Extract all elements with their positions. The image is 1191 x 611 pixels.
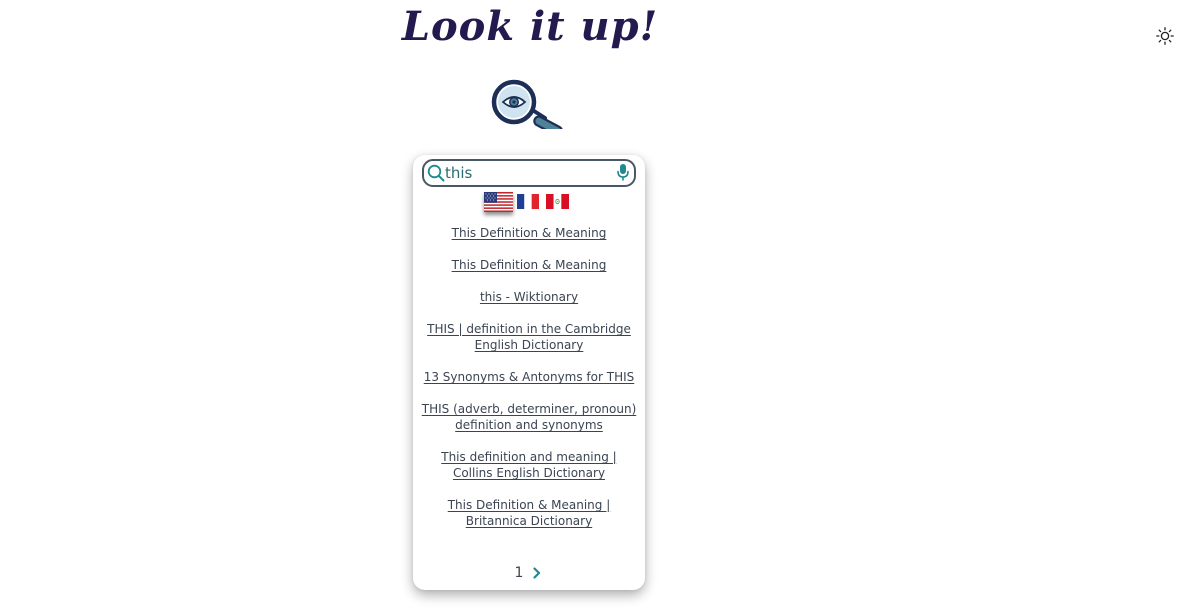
magnifying-glass-eye-icon xyxy=(491,79,564,137)
microphone-icon[interactable] xyxy=(616,163,630,182)
search-bar xyxy=(422,159,636,187)
list-item: THIS (adverb, determiner, pronoun) defin… xyxy=(413,401,645,433)
page-number: 1 xyxy=(514,565,524,581)
next-page-button[interactable] xyxy=(531,566,543,580)
result-link[interactable]: THIS (adverb, determiner, pronoun) defin… xyxy=(422,402,637,432)
chevron-right-icon xyxy=(533,567,541,579)
results-list: This Definition & Meaning This Definitio… xyxy=(413,225,645,545)
list-item: This definition and meaning | Collins En… xyxy=(413,449,645,481)
peru-flag-icon[interactable] xyxy=(546,194,569,209)
result-link[interactable]: THIS | definition in the Cambridge Engli… xyxy=(427,322,631,352)
france-flag-icon[interactable] xyxy=(517,194,539,209)
language-selector xyxy=(484,192,574,216)
result-link[interactable]: This Definition & Meaning xyxy=(452,258,607,272)
list-item: This Definition & Meaning xyxy=(413,225,645,241)
list-item: THIS | definition in the Cambridge Engli… xyxy=(413,321,645,353)
page-title: Look it up! xyxy=(401,3,659,50)
list-item: 13 Synonyms & Antonyms for THIS xyxy=(413,369,645,385)
result-link[interactable]: This definition and meaning | Collins En… xyxy=(441,450,616,480)
pagination: 1 xyxy=(413,563,645,583)
result-link[interactable]: This Definition & Meaning xyxy=(452,226,607,240)
list-item: This Definition & Meaning | Britannica D… xyxy=(413,497,645,529)
result-link[interactable]: this - Wiktionary xyxy=(480,290,578,304)
theme-toggle-button[interactable] xyxy=(1154,25,1176,47)
search-icon[interactable] xyxy=(427,164,445,182)
result-link[interactable]: 13 Synonyms & Antonyms for THIS xyxy=(424,370,635,384)
list-item: this - Wiktionary xyxy=(413,289,645,305)
list-item: This Definition & Meaning xyxy=(413,257,645,273)
logo xyxy=(490,77,570,137)
search-input[interactable] xyxy=(445,162,610,184)
sun-icon xyxy=(1156,27,1174,45)
result-link[interactable]: This Definition & Meaning | Britannica D… xyxy=(448,498,611,528)
us-flag-icon[interactable] xyxy=(484,192,513,212)
search-card: This Definition & Meaning This Definitio… xyxy=(413,155,645,590)
